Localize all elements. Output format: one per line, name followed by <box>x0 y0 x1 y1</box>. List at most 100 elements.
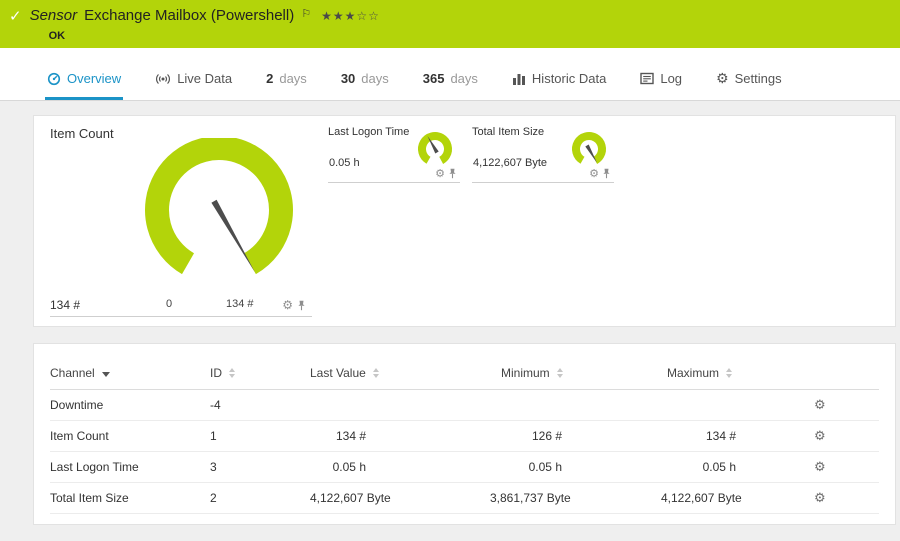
cell-maximum: 0.05 h <box>661 451 812 483</box>
tab-live-data[interactable]: Live Data <box>153 60 234 100</box>
gauge-max-label: 134 # <box>226 298 254 310</box>
column-header-id[interactable]: ID <box>210 366 235 380</box>
tab-label: Overview <box>67 71 122 86</box>
live-data-icon <box>156 73 171 84</box>
tab-log[interactable]: Log <box>638 60 684 100</box>
sort-icon <box>726 368 733 378</box>
column-header-minimum[interactable]: Minimum <box>501 366 563 380</box>
tab-label: Settings <box>734 71 782 86</box>
tab-365-days[interactable]: 365 days <box>421 60 480 100</box>
item-count-gauge-block: Item Count 134 # 0 134 # ⚙ <box>50 126 312 317</box>
tab-settings[interactable]: ⚙ Settings <box>714 60 784 100</box>
title-line: Sensor Exchange Mailbox (Powershell) ⚐ ★… <box>30 7 380 24</box>
tab-2-days[interactable]: 2 days <box>264 60 309 100</box>
tab-day-count: 2 <box>266 71 274 86</box>
column-header-channel[interactable]: Channel <box>50 366 110 380</box>
pin-icon[interactable] <box>448 168 457 179</box>
cell-last-value: 4,122,607 Byte <box>310 482 490 514</box>
title-block: Sensor Exchange Mailbox (Powershell) ⚐ ★… <box>30 7 380 42</box>
sort-icon <box>556 368 563 378</box>
gauge-current-value: 134 # <box>50 298 81 312</box>
sensor-title: Exchange Mailbox (Powershell) <box>84 7 295 24</box>
column-label: Minimum <box>501 366 550 380</box>
total-item-size-gauge-block: Total Item Size 4,122,607 Byte ⚙ <box>472 126 614 183</box>
gauge-min-label: 0 <box>166 298 173 310</box>
tab-day-count: 30 <box>340 71 356 86</box>
column-label: Channel <box>50 366 95 380</box>
content-area: Item Count 134 # 0 134 # ⚙ Last Logon Ti… <box>0 101 900 541</box>
status-text: OK <box>48 30 66 42</box>
gauge-actions: ⚙ <box>435 168 457 179</box>
table-row-item-count: Item Count 1 134 # 126 # 134 # ⚙ <box>50 420 879 452</box>
channel-settings-icon[interactable]: ⚙ <box>814 398 826 413</box>
table-row-total-item-size: Total Item Size 2 4,122,607 Byte 3,861,7… <box>50 482 879 514</box>
priority-stars[interactable]: ★★★☆☆ <box>321 9 380 23</box>
cell-minimum: 3,861,737 Byte <box>490 482 661 514</box>
item-count-gauge[interactable] <box>134 138 304 288</box>
overview-gauge-icon <box>47 72 61 85</box>
flag-icon[interactable]: ⚐ <box>301 8 311 19</box>
sensor-status-banner: ✓ Sensor Exchange Mailbox (Powershell) ⚐… <box>0 0 900 48</box>
column-label: Maximum <box>667 366 720 380</box>
channels-table: Channel ID Last Value Minimum Maximum Do… <box>50 354 879 514</box>
cell-maximum <box>661 389 812 421</box>
cell-last-value <box>310 389 490 421</box>
pin-icon[interactable] <box>602 168 611 179</box>
tab-label: Historic Data <box>531 71 607 86</box>
tab-30-days[interactable]: 30 days <box>339 60 391 100</box>
sort-icon <box>372 368 379 378</box>
object-kind-label: Sensor <box>29 7 78 24</box>
cell-channel: Total Item Size <box>50 482 205 514</box>
status-ok-check-icon: ✓ <box>9 7 22 25</box>
gauge-actions: ⚙ <box>589 168 611 179</box>
tab-label: Live Data <box>177 71 233 86</box>
gear-icon: ⚙ <box>716 70 729 87</box>
table-row-downtime: Downtime -4 ⚙ <box>50 389 879 421</box>
tab-day-unit: days <box>361 71 389 86</box>
gear-icon[interactable]: ⚙ <box>589 168 599 179</box>
last-logon-time-gauge[interactable] <box>412 129 458 169</box>
column-header-last-value[interactable]: Last Value <box>310 366 379 380</box>
cell-minimum: 126 # <box>490 420 661 452</box>
gear-icon[interactable]: ⚙ <box>282 299 293 311</box>
pin-icon[interactable] <box>297 300 306 311</box>
column-label: ID <box>210 366 222 380</box>
channels-table-panel: Channel ID Last Value Minimum Maximum Do… <box>33 343 896 525</box>
total-item-size-gauge[interactable] <box>566 129 612 169</box>
cell-id: 2 <box>205 482 310 514</box>
table-row-last-logon-time: Last Logon Time 3 0.05 h 0.05 h 0.05 h ⚙ <box>50 451 879 483</box>
cell-last-value: 0.05 h <box>310 451 490 483</box>
channel-settings-icon[interactable]: ⚙ <box>814 429 826 444</box>
cell-channel: Last Logon Time <box>50 451 205 483</box>
tab-day-count: 365 <box>422 71 445 86</box>
tab-day-unit: days <box>450 71 478 86</box>
sort-icon <box>229 368 235 378</box>
cell-channel: Item Count <box>50 420 205 452</box>
sort-desc-icon <box>101 371 110 377</box>
table-header-row: Channel ID Last Value Minimum Maximum <box>50 354 879 390</box>
tab-overview[interactable]: Overview <box>45 60 124 100</box>
gauge-actions: ⚙ <box>282 299 306 311</box>
gauge-needle <box>211 199 255 273</box>
channel-settings-icon[interactable]: ⚙ <box>814 491 826 506</box>
column-header-maximum[interactable]: Maximum <box>667 366 733 380</box>
channel-settings-icon[interactable]: ⚙ <box>814 460 826 475</box>
prtg-sensor-page: ✓ Sensor Exchange Mailbox (Powershell) ⚐… <box>0 0 900 541</box>
cell-maximum: 4,122,607 Byte <box>661 482 812 514</box>
cell-minimum <box>490 389 661 421</box>
tab-historic-data[interactable]: Historic Data <box>510 60 608 100</box>
gauges-panel: Item Count 134 # 0 134 # ⚙ Last Logon Ti… <box>33 115 896 327</box>
tab-day-unit: days <box>279 71 307 86</box>
gear-icon[interactable]: ⚙ <box>435 168 445 179</box>
tab-bar: Overview Live Data 2 days 30 days 365 da… <box>0 48 900 101</box>
cell-id: 3 <box>205 451 310 483</box>
cell-id: -4 <box>205 389 310 421</box>
tab-label: Log <box>660 71 683 86</box>
cell-id: 1 <box>205 420 310 452</box>
cell-maximum: 134 # <box>661 420 812 452</box>
log-list-icon <box>640 72 655 85</box>
cell-last-value: 134 # <box>310 420 490 452</box>
mini-gauge-value: 4,122,607 Byte <box>473 157 548 169</box>
mini-gauge-value: 0.05 h <box>329 157 360 169</box>
gauge-scale: 134 # 0 134 # ⚙ <box>50 296 312 312</box>
